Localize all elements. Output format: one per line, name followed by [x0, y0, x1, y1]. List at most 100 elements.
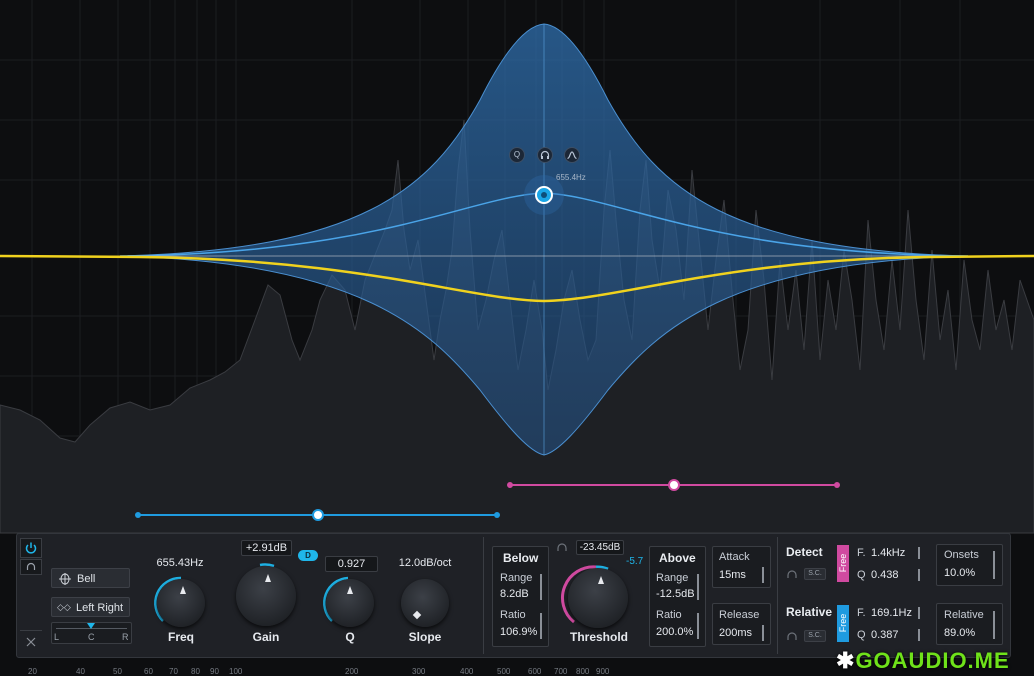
detect-f-meter: [918, 547, 920, 559]
watermark-text: GOAUDIO.ME: [855, 648, 1010, 673]
freq-axis-label: 70: [169, 667, 178, 676]
relative-amount-meter: [993, 611, 995, 639]
pan-pointer-icon[interactable]: [87, 623, 95, 629]
freq-axis-label: 50: [113, 667, 122, 676]
threshold-value: -23.45dB: [579, 542, 621, 553]
below-title: Below: [503, 551, 539, 565]
relative-title: Relative: [786, 605, 833, 619]
attack-meter: [762, 567, 764, 583]
stereo-select[interactable]: ◇◇ Left Right: [51, 597, 130, 617]
detect-q-label: Q: [857, 569, 866, 581]
below-range-meter[interactable]: [540, 574, 542, 600]
below-range-value[interactable]: 8.2dB: [500, 588, 529, 600]
headphones-icon: [26, 562, 36, 570]
headphones-icon[interactable]: [537, 147, 553, 163]
above-title: Above: [659, 551, 696, 565]
relative-f-label: F.: [857, 607, 866, 619]
release-value: 200ms: [719, 627, 753, 639]
gain-knob[interactable]: [236, 566, 296, 626]
above-ratio-label: Ratio: [656, 609, 682, 621]
dynamic-badge[interactable]: D: [298, 550, 318, 561]
close-band-button[interactable]: [20, 630, 42, 653]
watermark-icon: ✱: [836, 648, 856, 673]
relative-f-value[interactable]: 169.1Hz: [871, 607, 912, 619]
relative-solo-icon[interactable]: [786, 631, 798, 641]
q-knob[interactable]: [326, 579, 374, 627]
relative-sidechain-button[interactable]: S.C.: [804, 630, 826, 642]
relative-amount-value: 89.0%: [944, 627, 976, 639]
detect-q-value[interactable]: 0.438: [871, 569, 899, 581]
threshold-knob[interactable]: [568, 568, 628, 628]
threshold-label: Threshold: [569, 630, 628, 644]
shape-label: Bell: [77, 573, 96, 585]
shape-select[interactable]: Bell: [51, 568, 130, 588]
release-meter: [762, 625, 764, 641]
q-value: 0.927: [337, 558, 366, 570]
freq-axis-label: 60: [144, 667, 153, 676]
above-range-meter[interactable]: [697, 574, 699, 600]
release-label: Release: [719, 609, 760, 621]
pan-slider[interactable]: L C R: [51, 622, 132, 644]
above-range-value[interactable]: -12.5dB: [656, 588, 695, 600]
above-ratio-value[interactable]: 200.0%: [656, 626, 693, 638]
relative-mode-toggle[interactable]: Free: [837, 605, 849, 642]
freq-axis-label: 80: [191, 667, 200, 676]
above-slider-handle: [668, 479, 680, 491]
attack-control[interactable]: Attack 15ms: [712, 546, 771, 588]
stereo-icon: ◇◇: [57, 602, 71, 612]
below-ratio-label: Ratio: [500, 609, 526, 621]
freq-axis-label: 500: [497, 667, 511, 676]
release-control[interactable]: Release 200ms: [712, 603, 771, 645]
onsets-control[interactable]: Onsets 10.0%: [936, 544, 1003, 586]
q-handle-icon[interactable]: Q: [509, 147, 525, 163]
q-value-box[interactable]: 0.927: [325, 556, 378, 572]
relative-amount-label: Relative: [944, 609, 984, 621]
freq-axis-label: 800: [576, 667, 590, 676]
freq-axis-label: 700: [554, 667, 568, 676]
detect-solo-icon[interactable]: [786, 569, 798, 579]
watermark-logo: ✱GOAUDIO.ME: [836, 648, 1010, 674]
bell-shape-icon: [59, 573, 71, 585]
bell-shape-icon[interactable]: [564, 147, 580, 163]
below-ratio-value[interactable]: 106.9%: [500, 626, 537, 638]
slope-knob[interactable]: [401, 579, 449, 627]
detect-f-label: F.: [857, 547, 866, 559]
gain-value: +2.91dB: [245, 542, 288, 554]
above-section: Above Range -12.5dB Ratio 200.0%: [649, 546, 706, 647]
freq-axis-label: 900: [596, 667, 610, 676]
attack-label: Attack: [719, 551, 750, 563]
relative-f-meter: [918, 607, 920, 619]
threshold-slider-handle: [312, 509, 324, 521]
detect-f-value[interactable]: 1.4kHz: [871, 547, 905, 559]
below-range-label: Range: [500, 572, 533, 584]
band-freq-readout: 655.4Hz: [556, 173, 586, 182]
above-ratio-meter[interactable]: [697, 613, 699, 639]
power-icon: [25, 542, 37, 554]
freq-axis-label: 200: [345, 667, 359, 676]
divider: [483, 537, 484, 654]
relative-amount-control[interactable]: Relative 89.0%: [936, 603, 1003, 645]
onsets-meter: [993, 551, 995, 579]
detect-sidechain-button[interactable]: S.C.: [804, 568, 826, 580]
detect-title: Detect: [786, 545, 823, 559]
pan-left-label: L: [54, 632, 60, 642]
band-solo-button[interactable]: [20, 559, 42, 575]
relative-q-value[interactable]: 0.387: [871, 629, 899, 641]
pan-right-label: R: [122, 632, 129, 642]
freq-knob[interactable]: [157, 579, 205, 627]
threshold-solo-icon[interactable]: [556, 542, 568, 554]
freq-axis-label: 40: [76, 667, 85, 676]
gain-value-box[interactable]: +2.91dB: [241, 540, 292, 556]
freq-axis-label: 300: [412, 667, 426, 676]
band-power-button[interactable]: [20, 538, 42, 558]
onsets-label: Onsets: [944, 549, 979, 561]
gain-label: Gain: [252, 630, 280, 644]
detect-mode-toggle[interactable]: Free: [837, 545, 849, 582]
freq-value: 655.43Hz: [156, 557, 204, 569]
freq-label: Freq: [167, 630, 194, 644]
below-ratio-meter[interactable]: [540, 613, 542, 639]
threshold-value-box[interactable]: -23.45dB: [576, 540, 624, 555]
relative-q-label: Q: [857, 629, 866, 641]
close-icon: [26, 637, 36, 647]
detect-q-meter: [918, 569, 920, 581]
